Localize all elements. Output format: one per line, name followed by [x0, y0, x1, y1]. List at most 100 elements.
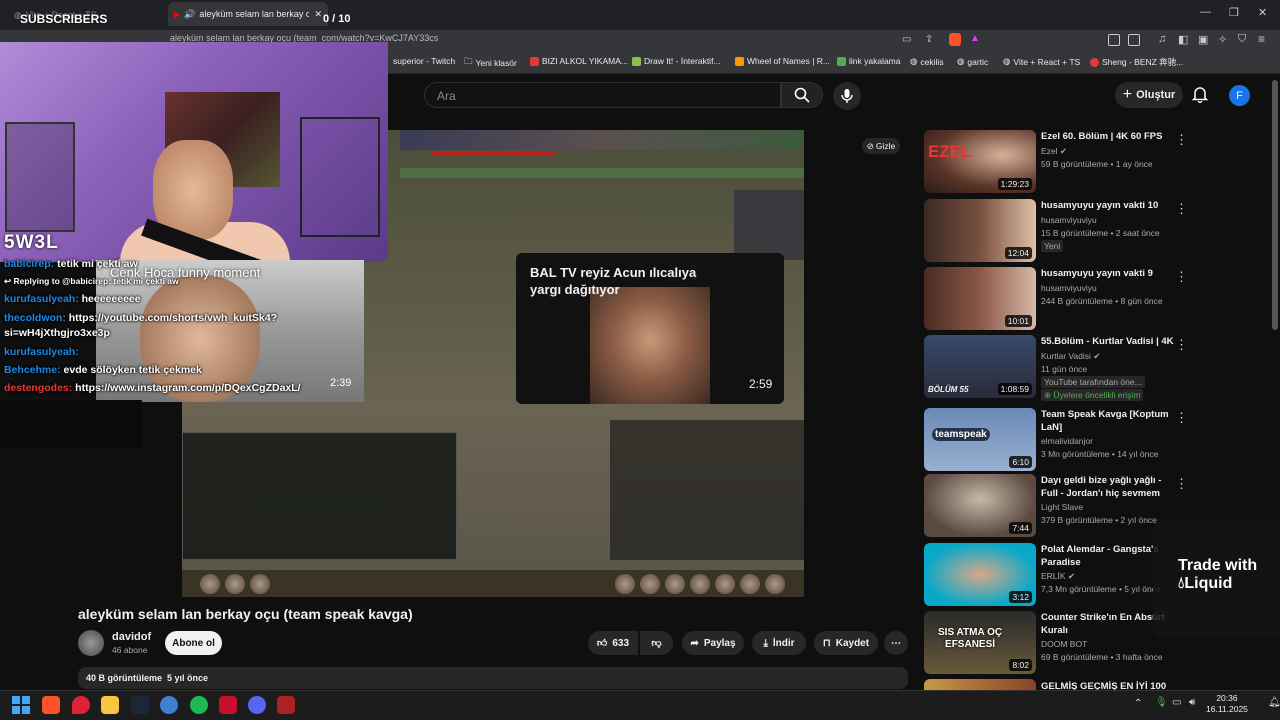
- more-vertical-icon[interactable]: ⋮: [1175, 201, 1188, 217]
- extension-2-icon[interactable]: [1128, 34, 1140, 46]
- related-video[interactable]: 7:44 Dayı geldi bize yağlı yağlı - Full …: [924, 474, 1188, 538]
- bookmark-item[interactable]: Wheel of Names | R...: [735, 56, 830, 66]
- app-red-taskbar-icon[interactable]: [219, 696, 237, 714]
- eye-off-icon: ⊘: [866, 140, 874, 151]
- bookmark-item[interactable]: link yakalama: [837, 56, 901, 66]
- more-actions-button[interactable]: ⋯: [884, 631, 908, 655]
- channel-name: Ezel ✔: [1041, 146, 1067, 157]
- close-tab-icon[interactable]: ✕: [314, 9, 322, 20]
- file-explorer-icon[interactable]: [101, 696, 119, 714]
- related-video[interactable]: teamspeak 6:10 Team Speak Kavga [Koptum L…: [924, 408, 1188, 472]
- chat-user: thecoldwon:: [4, 312, 66, 324]
- start-button[interactable]: [12, 696, 30, 714]
- notifications-button[interactable]: [1192, 86, 1208, 103]
- share-button[interactable]: ➦ Paylaş: [682, 631, 744, 655]
- related-video[interactable]: 12:04 husamyuyu yayın vakti 10 husamviyu…: [924, 199, 1188, 263]
- like-button[interactable]: 👍︎ 633: [588, 631, 638, 655]
- video-thumbnail: SIS ATMA OÇ EFSANESİ 8:02: [924, 611, 1036, 674]
- sidebar-icon[interactable]: ◧: [1178, 33, 1188, 46]
- channel-name[interactable]: davidof: [112, 631, 151, 643]
- create-button[interactable]: + Oluştur: [1115, 82, 1183, 108]
- game-party-frame: [734, 190, 804, 260]
- thumbs-up-icon: 👍︎: [596, 638, 608, 649]
- related-video[interactable]: SIS ATMA OÇ EFSANESİ 8:02 Counter Strike'ı…: [924, 611, 1188, 675]
- spotify-icon[interactable]: [190, 696, 208, 714]
- search-input[interactable]: Ara: [424, 82, 781, 108]
- bookmark-favicon-icon: [632, 56, 641, 66]
- related-video[interactable]: BÖLÜM 55 1:08:59 55.Bölüm - Kurtlar Vadis…: [924, 335, 1188, 401]
- skill-slot: [765, 574, 785, 594]
- browser-tab-youtube[interactable]: ▶ 🔊 aleyküm selam lan berkay oçu ✕: [168, 2, 328, 26]
- hide-button[interactable]: ⊘ Gizle: [862, 138, 900, 154]
- bookmark-item[interactable]: Draw It! - İnteraktif...: [632, 56, 721, 66]
- bell-icon: [1192, 87, 1208, 103]
- share-icon[interactable]: ⇪: [925, 34, 933, 45]
- app-taskbar-icon[interactable]: [160, 696, 178, 714]
- video-meta: 69 B görüntüleme • 3 hafta önce: [1041, 652, 1163, 662]
- brave-rewards-icon[interactable]: ▲: [970, 33, 980, 44]
- related-video[interactable]: GELMİŞ GEÇMİŞ EN İYİ 100: [924, 679, 1188, 690]
- subscribe-button[interactable]: Abone ol: [165, 631, 222, 655]
- related-video[interactable]: 3:12 Polat Alemdar - Gangsta's Paradise …: [924, 543, 1188, 607]
- more-horizontal-icon: ⋯: [891, 637, 901, 649]
- more-vertical-icon[interactable]: ⋮: [1175, 337, 1188, 353]
- bookmark-item[interactable]: Sheng - BENZ 奔驰...: [1090, 56, 1183, 68]
- bookmark-item[interactable]: BIZI ALKOL YIKAMA...: [530, 56, 628, 66]
- notification-center-icon[interactable]: 🔔︎: [1268, 697, 1280, 708]
- maximize-icon[interactable]: ❐: [1229, 6, 1239, 19]
- extension-icon[interactable]: [1108, 34, 1120, 46]
- globe-icon: ◍: [910, 56, 918, 66]
- brave-shield-icon[interactable]: [949, 33, 961, 46]
- bookmark-folder[interactable]: 🗀 Yeni klasör: [464, 56, 517, 70]
- bookmark-label: gartic: [967, 56, 989, 67]
- vpn-icon[interactable]: ⛉: [1238, 33, 1246, 46]
- related-video[interactable]: 10:01 husamyuyu yayın vakti 9 husamviyuv…: [924, 267, 1188, 331]
- taskbar-clock[interactable]: 20:36 16.11.2025: [1206, 693, 1248, 715]
- brave-taskbar-icon[interactable]: [42, 696, 60, 714]
- menu-icon[interactable]: ≡: [1258, 32, 1265, 46]
- screen-cast-icon[interactable]: ▭: [902, 34, 911, 45]
- skill-slot: [615, 574, 635, 594]
- chevron-up-icon[interactable]: ⌃: [1134, 698, 1142, 709]
- bookmark-item[interactable]: ◍ Vite + React + TS: [1003, 56, 1080, 67]
- bookmark-item[interactable]: ◍ gartic: [957, 56, 988, 67]
- more-vertical-icon[interactable]: ⋮: [1175, 269, 1188, 285]
- more-vertical-icon[interactable]: ⋮: [1175, 410, 1188, 426]
- media-icon[interactable]: ♫: [1158, 33, 1166, 45]
- description-box[interactable]: 40 B görüntüleme 5 yıl önce: [78, 667, 908, 689]
- maps-taskbar-icon[interactable]: [72, 696, 90, 714]
- search-button[interactable]: [781, 82, 823, 108]
- channel-label: Ezel: [1041, 146, 1058, 156]
- account-avatar[interactable]: F: [1229, 85, 1250, 106]
- close-window-icon[interactable]: ✕: [1258, 6, 1267, 19]
- related-video[interactable]: EZEL 1:29:23 Ezel 60. Bölüm | 4K 60 FPS E…: [924, 130, 1188, 194]
- bookmark-item[interactable]: ◍ cekilis: [910, 56, 944, 67]
- chat-text: https://youtube.com/shorts/vwh_kuitSk4?: [65, 312, 278, 324]
- chat-text: https://www.instagram.com/p/DQexCgZDaxL/: [72, 382, 301, 394]
- channel-avatar[interactable]: [78, 630, 104, 656]
- new-badge: Yeni: [1041, 240, 1064, 252]
- more-vertical-icon[interactable]: ⋮: [1175, 132, 1188, 148]
- bookmark-item[interactable]: superior - Twitch: [393, 56, 455, 66]
- save-button[interactable]: ⊓ Kaydet: [814, 631, 878, 655]
- mic-tray-icon[interactable]: 🎙︎: [1155, 697, 1168, 708]
- channel-subscribers: 46 abone: [112, 645, 148, 655]
- voice-search-button[interactable]: [833, 82, 861, 110]
- leo-icon[interactable]: ✧: [1218, 33, 1227, 46]
- page-scrollbar[interactable]: [1272, 80, 1278, 330]
- dislike-button[interactable]: 👎︎: [640, 631, 673, 655]
- volume-icon[interactable]: 🔊︎: [1189, 697, 1195, 708]
- more-vertical-icon[interactable]: ⋮: [1175, 476, 1188, 492]
- minimize-icon[interactable]: —: [1200, 6, 1211, 18]
- bookmark-label: Sheng - BENZ 奔驰...: [1102, 57, 1184, 67]
- chat-user: destengodes:: [4, 382, 73, 394]
- wallet-icon[interactable]: ▣: [1198, 33, 1208, 46]
- download-button[interactable]: ⤓ İndir: [752, 631, 806, 655]
- app-thumb-taskbar-icon[interactable]: [277, 696, 295, 714]
- discord-icon[interactable]: [248, 696, 266, 714]
- skill-slot: [250, 574, 270, 594]
- steam-icon[interactable]: [131, 696, 149, 714]
- members-badge: ⊕ Üyelere öncelikli erişim: [1041, 389, 1144, 401]
- download-label: İndir: [772, 637, 795, 649]
- network-icon[interactable]: ▭: [1172, 697, 1181, 708]
